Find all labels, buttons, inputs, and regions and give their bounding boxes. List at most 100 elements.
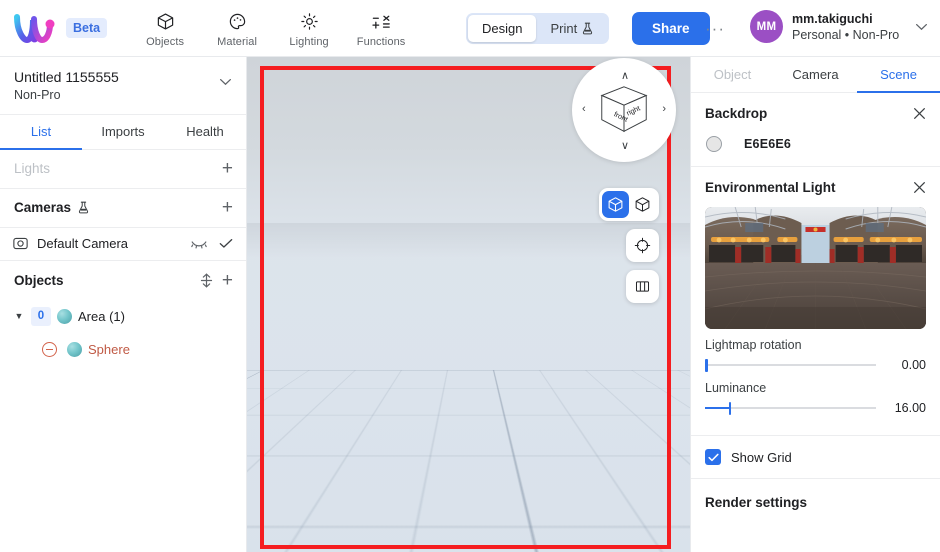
toolbar-objects-button[interactable]: Objects xyxy=(129,8,201,48)
target-icon[interactable] xyxy=(629,232,656,259)
columns-icon[interactable] xyxy=(629,273,656,300)
section-cameras: Cameras + xyxy=(0,189,246,228)
cube-icon xyxy=(156,10,175,32)
toolbar-functions-button[interactable]: Functions xyxy=(345,8,417,48)
section-cameras-left: Cameras xyxy=(14,200,89,215)
add-object-button[interactable]: + xyxy=(222,271,233,290)
section-lights: Lights + xyxy=(0,150,246,189)
lightmap-rotation-value: 0.00 xyxy=(901,358,926,372)
sort-icon[interactable] xyxy=(200,273,213,288)
backdrop-color-swatch[interactable] xyxy=(706,136,722,152)
add-camera-button[interactable]: + xyxy=(222,198,233,217)
nav-right-arrow-icon[interactable]: › xyxy=(662,103,666,115)
show-grid-row[interactable]: Show Grid xyxy=(691,436,940,478)
account-menu[interactable]: MM mm.takiguchi Personal • Non-Pro xyxy=(750,10,928,43)
nav-down-arrow-icon[interactable]: ∨ xyxy=(621,139,629,152)
luminance-slider[interactable] xyxy=(705,401,876,415)
lightmap-rotation-slider[interactable] xyxy=(705,358,876,372)
add-light-button[interactable]: + xyxy=(222,159,233,178)
nav-left-arrow-icon[interactable]: ‹ xyxy=(582,103,586,115)
mode-print-button[interactable]: Print xyxy=(536,15,607,42)
nav-cube-faces-icon[interactable]: front right xyxy=(595,81,653,139)
sphere-swatch-icon xyxy=(67,341,82,357)
wireframe-cube-icon[interactable] xyxy=(629,191,656,218)
project-titles: Untitled 1155555 Non-Pro xyxy=(14,68,119,104)
account-text: mm.takiguchi Personal • Non-Pro xyxy=(792,11,899,43)
lightmap-rotation-line: 0.00 xyxy=(705,358,926,372)
backdrop-color-value: E6E6E6 xyxy=(744,137,792,151)
account-name: mm.takiguchi xyxy=(792,11,873,26)
show-grid-checkbox[interactable] xyxy=(705,449,721,465)
toolbar-lighting-label: Lighting xyxy=(289,36,329,48)
tab-scene[interactable]: Scene xyxy=(857,57,940,93)
section-cameras-title: Cameras xyxy=(14,200,72,216)
app-root: Beta Objects Material Lighting Functions… xyxy=(0,0,940,552)
lightmap-rotation-label: Lightmap rotation xyxy=(705,338,802,352)
navigation-cube[interactable]: ∧ ∨ ‹ › front right xyxy=(572,58,676,162)
backdrop-color-row[interactable]: E6E6E6 xyxy=(691,133,940,166)
caret-down-icon[interactable]: ▼ xyxy=(13,311,25,321)
tree-index-badge: 0 xyxy=(31,306,51,326)
toolbar-material-button[interactable]: Material xyxy=(201,8,273,48)
slider-knob[interactable] xyxy=(705,359,708,372)
wheel-logo-icon xyxy=(14,13,56,44)
sun-icon xyxy=(300,10,319,32)
collapse-icon[interactable] xyxy=(913,107,926,120)
section-lights-left: Lights xyxy=(14,161,50,176)
beta-badge: Beta xyxy=(66,18,108,38)
luminance-label: Luminance xyxy=(705,381,767,395)
tab-imports[interactable]: Imports xyxy=(82,115,164,149)
collapse-icon[interactable] xyxy=(913,181,926,194)
left-panel: Untitled 1155555 Non-Pro List Imports He… xyxy=(0,57,247,552)
nav-up-arrow-icon[interactable]: ∧ xyxy=(621,69,629,82)
account-subtitle: Personal • Non-Pro xyxy=(792,27,900,42)
environmental-light-header: Environmental Light xyxy=(691,167,940,207)
backdrop-title: Backdrop xyxy=(705,105,768,121)
hdri-image xyxy=(705,207,926,329)
tab-camera[interactable]: Camera xyxy=(774,57,857,92)
section-objects: Objects + xyxy=(0,261,246,300)
tree-row-area[interactable]: ▼ 0 Area (1) xyxy=(0,300,246,333)
tree-row-sphere[interactable]: Sphere xyxy=(0,333,246,366)
backdrop-header: Backdrop xyxy=(691,93,940,133)
flask-icon xyxy=(582,22,593,35)
minus-circle-icon[interactable] xyxy=(42,341,57,357)
slider-rail xyxy=(705,364,876,366)
brand-area[interactable]: Beta xyxy=(0,13,108,44)
more-options-button[interactable]: ··· xyxy=(703,18,727,40)
avatar: MM xyxy=(750,10,783,43)
viewport-columns-group xyxy=(626,270,659,303)
page-title: Untitled 1155555 xyxy=(14,69,119,85)
show-grid-label: Show Grid xyxy=(731,449,792,465)
tab-health[interactable]: Health xyxy=(164,115,246,149)
list-item-default-camera[interactable]: Default Camera xyxy=(0,228,246,260)
mode-design-button[interactable]: Design xyxy=(468,15,537,42)
toolbar-lighting-button[interactable]: Lighting xyxy=(273,8,345,48)
viewport-3d[interactable]: ∧ ∨ ‹ › front right xyxy=(247,57,690,552)
palette-icon xyxy=(228,10,247,32)
math-operators-icon xyxy=(371,10,392,32)
share-button[interactable]: Share xyxy=(632,12,710,45)
chevron-down-icon[interactable] xyxy=(219,68,232,91)
environmental-light-title: Environmental Light xyxy=(705,179,836,195)
project-header[interactable]: Untitled 1155555 Non-Pro xyxy=(0,57,246,115)
check-icon[interactable] xyxy=(219,238,233,249)
luminance-value: 16.00 xyxy=(894,401,926,415)
tab-list[interactable]: List xyxy=(0,115,82,150)
hdri-panorama-preview[interactable] xyxy=(705,207,926,329)
section-objects-left: Objects xyxy=(14,273,64,288)
tree-label-area: Area (1) xyxy=(78,308,125,324)
toolbar-objects-label: Objects xyxy=(146,36,185,48)
eye-closed-icon[interactable] xyxy=(191,239,207,249)
bounding-box-icon[interactable] xyxy=(602,191,629,218)
mode-design-label: Design xyxy=(482,21,523,36)
luminance-control: Luminance 16.00 xyxy=(691,372,940,415)
tab-object[interactable]: Object xyxy=(691,57,774,92)
mode-toggle: Design Print xyxy=(466,13,610,44)
default-camera-label: Default Camera xyxy=(37,236,129,252)
default-camera-left: Default Camera xyxy=(12,235,128,252)
section-objects-title: Objects xyxy=(14,272,64,288)
chevron-down-icon xyxy=(915,23,928,31)
toolbar-material-label: Material xyxy=(217,36,258,48)
luminance-line: 16.00 xyxy=(705,401,926,415)
